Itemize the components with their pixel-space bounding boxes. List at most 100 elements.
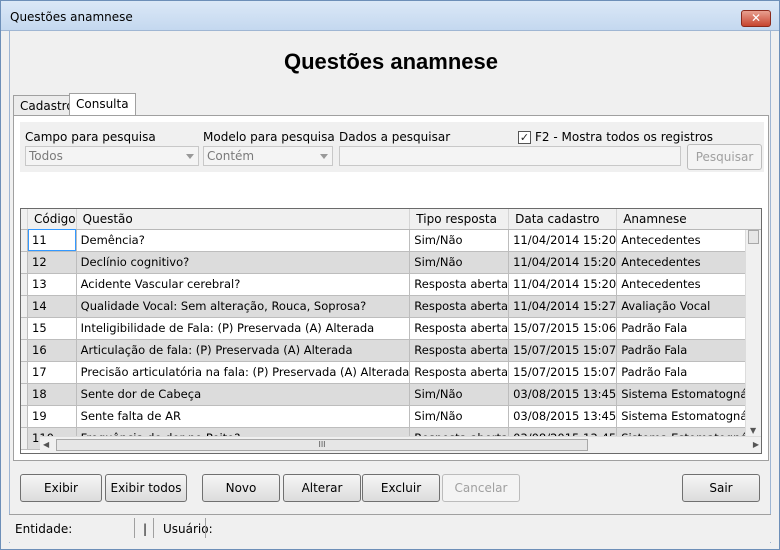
sair-button[interactable]: Sair [682, 474, 760, 502]
cell-data-cadastro[interactable]: 11/04/2014 15:20 [508, 251, 618, 274]
cell-data-cadastro[interactable]: 11/04/2014 15:20 [508, 273, 618, 296]
status-divider [205, 518, 206, 538]
cell-data-cadastro[interactable]: 15/07/2015 15:07 [508, 339, 618, 362]
modelo-label: Modelo para pesquisa [203, 130, 335, 144]
table-row[interactable]: 11 Demência? Sim/Não 11/04/2014 15:20 An… [21, 229, 761, 252]
cell-anamnese[interactable]: Antecedentes [616, 229, 761, 252]
cell-data-cadastro[interactable]: 11/04/2014 15:20 [508, 229, 618, 252]
table-row[interactable]: 17 Precisão articulatória na fala: (P) P… [21, 361, 761, 384]
cell-questao[interactable]: Sente dor de Cabeça [76, 383, 411, 406]
page-title: Questões anamnese [284, 49, 498, 74]
cell-anamnese[interactable]: Padrão Fala [616, 339, 761, 362]
column-header-questao[interactable]: Questão [76, 209, 411, 230]
cell-questao[interactable]: Demência? [76, 229, 411, 252]
table-row[interactable]: 14 Qualidade Vocal: Sem alteração, Rouca… [21, 295, 761, 318]
search-button[interactable]: Pesquisar [687, 144, 762, 170]
dados-input[interactable] [339, 146, 681, 166]
excluir-button[interactable]: Excluir [362, 474, 440, 502]
tab-consulta[interactable]: Consulta [69, 93, 136, 115]
campo-select[interactable]: Todos [25, 146, 199, 166]
exibir-button[interactable]: Exibir [20, 474, 102, 502]
scroll-down-arrow-icon[interactable]: ▼ [750, 426, 756, 435]
grid-table: Código Questão Tipo resposta Data cadast… [21, 209, 761, 450]
cell-tipo-resposta[interactable]: Resposta aberta [409, 317, 510, 340]
column-header-tipo-resposta[interactable]: Tipo resposta [409, 209, 510, 230]
cell-anamnese[interactable]: Antecedentes [616, 273, 761, 296]
modelo-select[interactable]: Contém [203, 146, 333, 166]
cell-codigo[interactable]: 14 [27, 295, 77, 318]
column-header-anamnese[interactable]: Anamnese [616, 209, 761, 230]
table-row[interactable]: 12 Declínio cognitivo? Sim/Não 11/04/201… [21, 251, 761, 274]
cell-questao[interactable]: Qualidade Vocal: Sem alteração, Rouca, S… [76, 295, 411, 318]
cell-questao[interactable]: Inteligibilidade de Fala: (P) Preservada… [76, 317, 411, 340]
table-row[interactable]: 19 Sente falta de AR Sim/Não 03/08/2015 … [21, 405, 761, 428]
cell-tipo-resposta[interactable]: Resposta aberta [409, 273, 510, 296]
table-row[interactable]: 18 Sente dor de Cabeça Sim/Não 03/08/201… [21, 383, 761, 406]
cell-tipo-resposta[interactable]: Sim/Não [409, 251, 510, 274]
cell-anamnese[interactable]: Sistema Estomatognático [616, 405, 761, 428]
cell-tipo-resposta[interactable]: Resposta aberta [409, 361, 510, 384]
vertical-scroll-thumb[interactable] [748, 230, 759, 244]
modelo-select-value: Contém [207, 149, 255, 163]
table-row[interactable]: 13 Acidente Vascular cerebral? Resposta … [21, 273, 761, 296]
dados-label: Dados a pesquisar [339, 130, 451, 144]
scroll-left-arrow-icon[interactable]: ◀ [43, 440, 49, 449]
cell-anamnese[interactable]: Padrão Fala [616, 317, 761, 340]
vertical-scrollbar[interactable]: ▼ [745, 230, 761, 437]
cell-codigo[interactable]: 18 [27, 383, 77, 406]
cell-questao[interactable]: Articulação de fala: (P) Preservada (A) … [76, 339, 411, 362]
row-indicator [21, 251, 28, 274]
cell-data-cadastro[interactable]: 03/08/2015 13:45 [508, 383, 618, 406]
status-separator-text: | [143, 522, 148, 536]
title-bar[interactable]: Questões anamnese ✕ [1, 1, 779, 31]
campo-select-value: Todos [29, 149, 63, 163]
cell-codigo[interactable]: 17 [27, 361, 77, 384]
scroll-right-arrow-icon[interactable]: ▶ [753, 440, 759, 449]
cell-questao[interactable]: Acidente Vascular cerebral? [76, 273, 411, 296]
cell-anamnese[interactable]: Antecedentes [616, 251, 761, 274]
cell-data-cadastro[interactable]: 15/07/2015 15:07 [508, 361, 618, 384]
table-row[interactable]: 16 Articulação de fala: (P) Preservada (… [21, 339, 761, 362]
cell-questao[interactable]: Precisão articulatória na fala: (P) Pres… [76, 361, 411, 384]
cell-codigo[interactable]: 13 [27, 273, 77, 296]
column-header-codigo[interactable]: Código [27, 209, 77, 230]
cell-questao[interactable]: Declínio cognitivo? [76, 251, 411, 274]
cell-tipo-resposta[interactable]: Resposta aberta [409, 295, 510, 318]
cell-codigo[interactable]: 15 [27, 317, 77, 340]
cell-anamnese[interactable]: Sistema Estomatognático [616, 383, 761, 406]
cell-tipo-resposta[interactable]: Sim/Não [409, 229, 510, 252]
novo-button[interactable]: Novo [202, 474, 280, 502]
cancelar-button[interactable]: Cancelar [442, 474, 520, 502]
cell-data-cadastro[interactable]: 03/08/2015 13:45 [508, 405, 618, 428]
cell-codigo[interactable]: 19 [27, 405, 77, 428]
cell-data-cadastro[interactable]: 11/04/2014 15:27 [508, 295, 618, 318]
table-row[interactable]: 15 Inteligibilidade de Fala: (P) Preserv… [21, 317, 761, 340]
cell-tipo-resposta[interactable]: Sim/Não [409, 383, 510, 406]
cell-tipo-resposta[interactable]: Resposta aberta [409, 339, 510, 362]
data-grid[interactable]: Código Questão Tipo resposta Data cadast… [20, 208, 762, 454]
row-indicator [21, 295, 28, 318]
cell-codigo[interactable]: 11 [27, 229, 77, 252]
row-indicator [21, 273, 28, 296]
row-indicator [21, 405, 28, 428]
cell-codigo[interactable]: 16 [27, 339, 77, 362]
close-button[interactable]: ✕ [741, 10, 771, 27]
horizontal-scrollbar[interactable]: ◀ III ▶ [40, 436, 761, 453]
current-row-pointer-icon [27, 237, 28, 245]
cell-questao[interactable]: Sente falta de AR [76, 405, 411, 428]
cell-anamnese[interactable]: Padrão Fala [616, 361, 761, 384]
row-indicator [21, 317, 28, 340]
alterar-button[interactable]: Alterar [283, 474, 361, 502]
show-all-checkbox[interactable]: ✓ [518, 131, 531, 144]
exibir-todos-button[interactable]: Exibir todos [105, 474, 187, 502]
cell-anamnese[interactable]: Avaliação Vocal [616, 295, 761, 318]
cell-codigo[interactable]: 12 [27, 251, 77, 274]
row-indicator [21, 383, 28, 406]
application-window: Questões anamnese ✕ Questões anamnese Ca… [0, 0, 780, 550]
grid-header-row: Código Questão Tipo resposta Data cadast… [21, 209, 761, 230]
horizontal-scroll-thumb[interactable]: III [56, 439, 588, 451]
column-header-data-cadastro[interactable]: Data cadastro [508, 209, 618, 230]
cell-tipo-resposta[interactable]: Sim/Não [409, 405, 510, 428]
form-body: Questões anamnese Cadastro Consulta Camp… [9, 31, 771, 543]
cell-data-cadastro[interactable]: 15/07/2015 15:06 [508, 317, 618, 340]
